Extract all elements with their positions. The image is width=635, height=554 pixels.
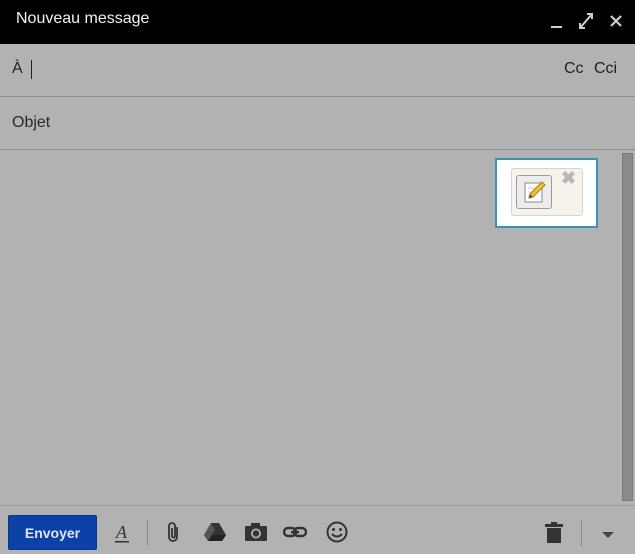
compose-toolbar: Envoyer A [0, 505, 635, 554]
compose-titlebar[interactable]: Nouveau message [0, 0, 635, 44]
svg-text:A: A [115, 522, 128, 542]
to-label: À [12, 60, 23, 77]
paperclip-icon[interactable] [162, 520, 186, 544]
trash-icon[interactable] [542, 520, 566, 544]
to-input[interactable] [30, 56, 550, 82]
send-button[interactable]: Envoyer [8, 515, 97, 550]
expand-icon[interactable] [577, 11, 595, 31]
edit-button[interactable] [516, 175, 552, 209]
minimize-icon[interactable] [548, 11, 566, 31]
link-icon[interactable] [283, 520, 307, 544]
recipients-row: À Cc Cci [0, 44, 635, 97]
cci-link[interactable]: Cci [594, 60, 617, 78]
text-caret [31, 60, 32, 79]
close-x-icon[interactable]: ✖ [561, 169, 576, 187]
compose-window: Nouveau message À Cc Cci Objet ✖ Envoyer… [0, 0, 635, 554]
drive-icon[interactable] [203, 520, 227, 544]
window-title: Nouveau message [16, 10, 150, 27]
text-format-icon[interactable]: A [110, 520, 134, 544]
subject-row [0, 97, 635, 150]
camera-icon[interactable] [244, 520, 268, 544]
subject-input[interactable] [12, 110, 612, 136]
body-scrollbar[interactable] [622, 153, 633, 501]
edit-popup-panel: ✖ [511, 168, 583, 216]
cc-link[interactable]: Cc [564, 60, 584, 78]
toolbar-divider [147, 520, 148, 546]
toolbar-divider [581, 520, 582, 546]
smiley-icon[interactable] [325, 520, 349, 544]
pencil-edit-icon [524, 181, 546, 203]
close-icon[interactable] [607, 11, 625, 31]
edit-popup: ✖ [495, 158, 598, 228]
caret-down-icon[interactable] [596, 520, 620, 544]
